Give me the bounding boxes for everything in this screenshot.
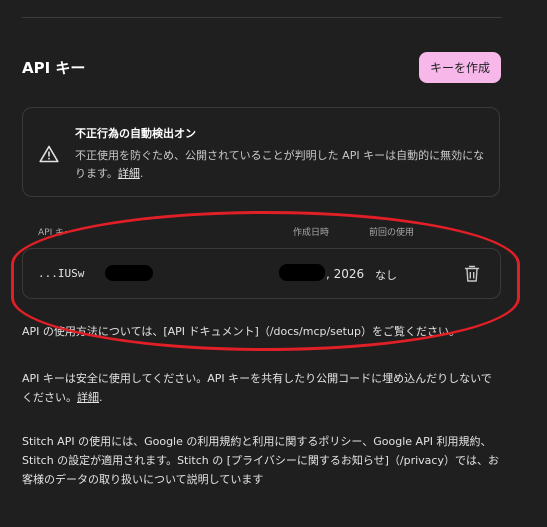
usage-note: API の使用方法については、[API ドキュメント]（/docs/mcp/se…: [22, 325, 460, 338]
table-row: ...IUSw , 2026 なし: [22, 248, 501, 299]
safety-details-link[interactable]: 詳細: [77, 391, 99, 404]
abuse-detection-notice: 不正行為の自動検出オン 不正使用を防ぐため、公開されていることが判明した API…: [22, 107, 500, 197]
top-divider: [22, 17, 502, 18]
created-date: , 2026: [326, 267, 365, 281]
column-header-key: API キー: [38, 228, 74, 238]
column-header-created: 作成日時: [293, 228, 330, 238]
warning-icon: [39, 145, 59, 163]
terms-paragraph: Stitch API の使用には、Google の利用規約と利用に関するポリシー…: [22, 435, 499, 486]
last-used: なし: [375, 269, 397, 282]
api-key-masked: ...IUSw: [38, 267, 85, 280]
notice-title: 不正行為の自動検出オン: [75, 127, 196, 140]
column-header-last-used: 前回の使用: [369, 228, 415, 238]
trash-icon[interactable]: [464, 265, 480, 283]
notice-body: 不正使用を防ぐため、公開されていることが判明した API キーは自動的に無効にな…: [75, 149, 485, 180]
redaction-mark: [105, 265, 153, 281]
section-title: API キー: [22, 59, 86, 77]
notice-details-link[interactable]: 詳細: [118, 167, 140, 180]
redaction-mark: [279, 264, 325, 281]
safety-paragraph: API キーは安全に使用してください。API キーを共有したり公開コードに埋め込…: [22, 372, 492, 404]
create-key-button[interactable]: キーを作成: [419, 52, 501, 83]
